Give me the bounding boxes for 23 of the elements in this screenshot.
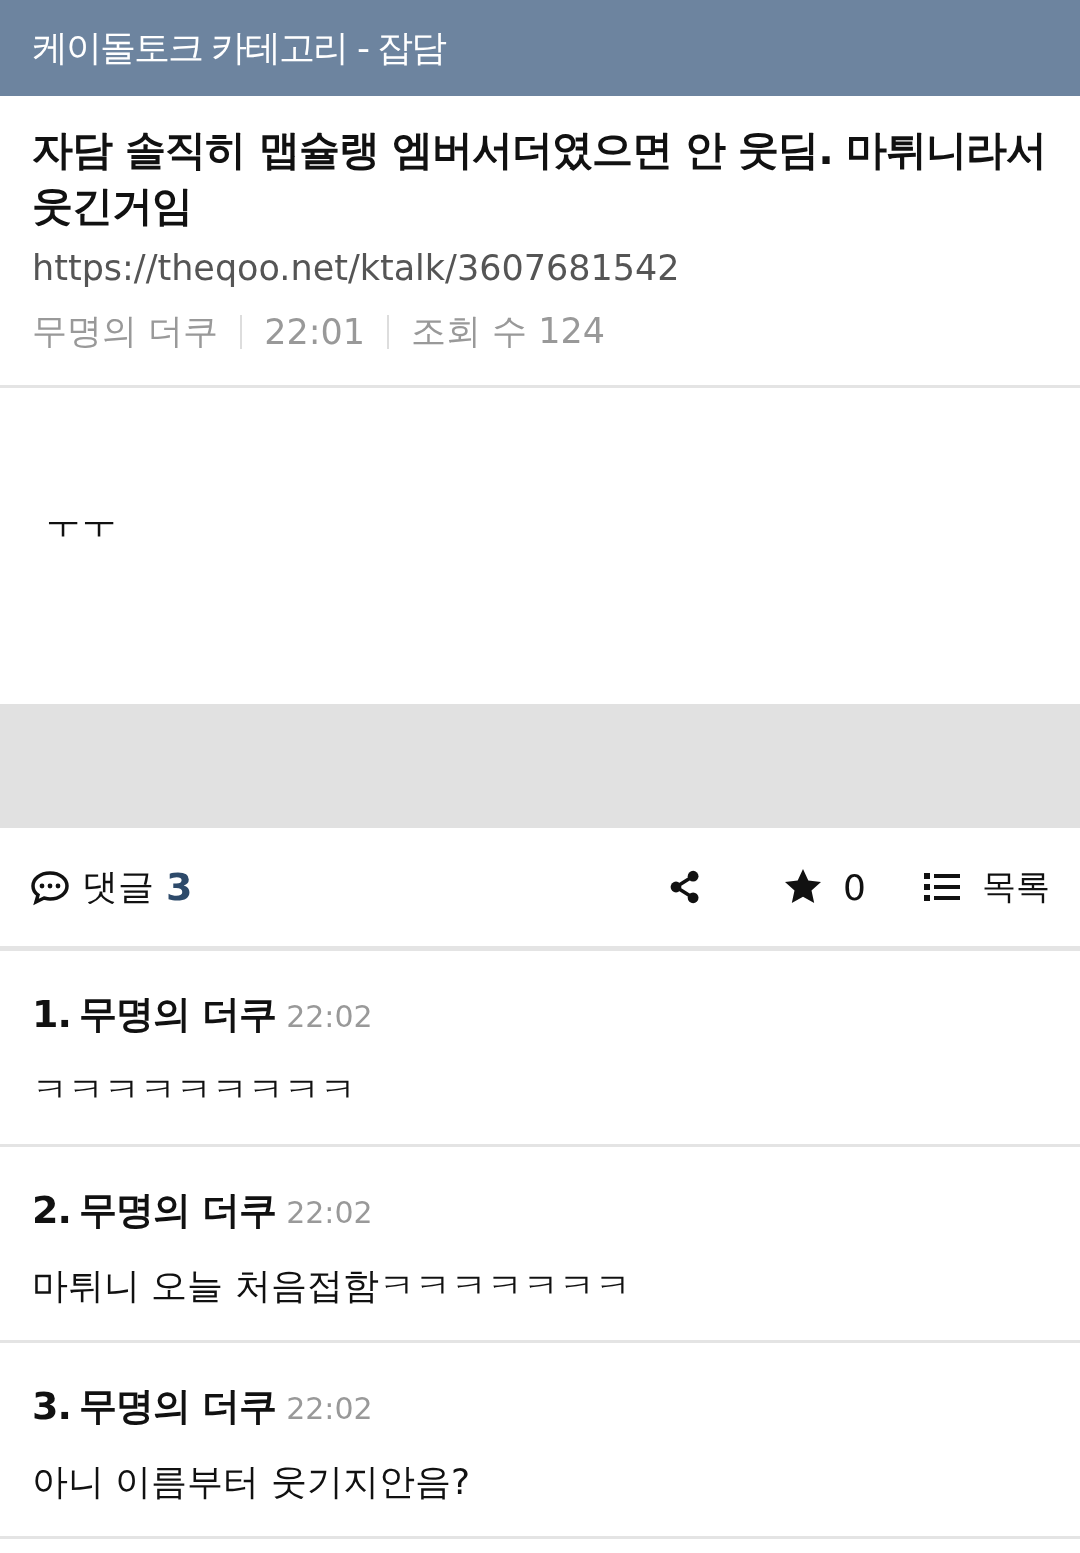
comment-number: 3. bbox=[32, 1384, 71, 1428]
comment-number: 1. bbox=[32, 992, 71, 1036]
post-time: 22:01 bbox=[264, 311, 365, 352]
favorite-count: 0 bbox=[843, 866, 866, 908]
comment-time: 22:02 bbox=[286, 1391, 373, 1426]
comments-label: 댓글 bbox=[82, 864, 154, 909]
post-body: ㅜㅜ bbox=[45, 500, 117, 544]
comment-time: 22:02 bbox=[286, 999, 373, 1034]
list-button[interactable]: 목록 bbox=[922, 864, 1050, 910]
view-count: 조회 수 124 bbox=[411, 310, 606, 353]
comment-author: 무명의 더쿠 bbox=[78, 991, 277, 1038]
comment-count: 3 bbox=[166, 865, 193, 909]
comment-text: 마튀니 오늘 처음접함ㅋㅋㅋㅋㅋㅋㅋ bbox=[32, 1264, 632, 1308]
comment-author: 무명의 더쿠 bbox=[78, 1383, 277, 1430]
post-url[interactable]: https://theqoo.net/ktalk/3607681542 bbox=[32, 248, 1048, 288]
comment-text: 아니 이름부터 웃기지안음? bbox=[32, 1460, 471, 1504]
comment-number: 2. bbox=[32, 1188, 71, 1232]
post-title: 자담 솔직히 맵슐랭 엠버서더였으면 안 웃딤. 마튀니라서 웃긴거임 bbox=[32, 125, 1048, 232]
category-title[interactable]: 케이돌토크 카테고리 - 잡담 bbox=[32, 23, 446, 73]
comment-text: ㅋㅋㅋㅋㅋㅋㅋㅋㅋ bbox=[32, 1068, 357, 1112]
comment-author: 무명의 더쿠 bbox=[78, 1187, 277, 1234]
post-author: 무명의 더쿠 bbox=[32, 310, 219, 353]
comment-time: 22:02 bbox=[286, 1195, 373, 1230]
